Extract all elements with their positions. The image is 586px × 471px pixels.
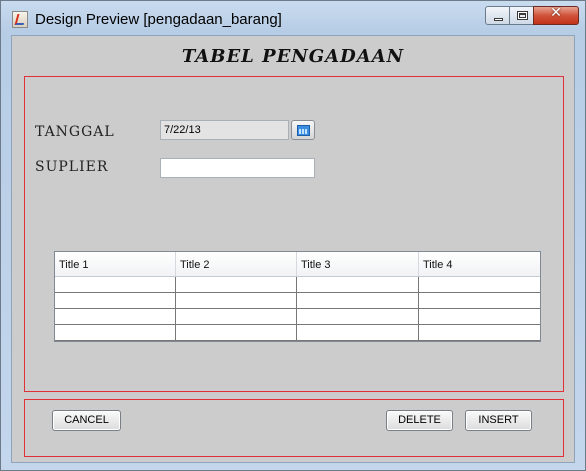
maximize-button[interactable] xyxy=(509,6,534,25)
minimize-button[interactable] xyxy=(485,6,510,25)
table-cell[interactable] xyxy=(419,325,540,340)
table-header: Title 1 Title 2 Title 3 Title 4 xyxy=(55,252,540,277)
table-row[interactable] xyxy=(55,293,540,309)
table-cell[interactable] xyxy=(297,309,419,324)
maximize-icon xyxy=(517,11,528,20)
table-cell[interactable] xyxy=(297,277,419,292)
column-header[interactable]: Title 4 xyxy=(419,252,540,276)
title-bar[interactable]: Design Preview [pengadaan_barang] ✕ xyxy=(1,1,585,35)
table-cell[interactable] xyxy=(297,293,419,308)
client-area: TABEL PENGADAAN TANGGAL 7/22/13 SUPLIER … xyxy=(11,35,575,463)
table-cell[interactable] xyxy=(419,293,540,308)
suplier-label: SUPLIER xyxy=(35,159,109,175)
table-cell[interactable] xyxy=(297,325,419,340)
suplier-input[interactable] xyxy=(160,158,315,178)
table-row[interactable] xyxy=(55,277,540,293)
table-cell[interactable] xyxy=(419,309,540,324)
page-title: TABEL PENGADAAN xyxy=(181,46,405,67)
cancel-button[interactable]: CANCEL xyxy=(52,410,121,431)
column-header[interactable]: Title 1 xyxy=(55,252,176,276)
window-title: Design Preview [pengadaan_barang] xyxy=(35,11,282,28)
table-cell[interactable] xyxy=(55,293,176,308)
table-cell[interactable] xyxy=(55,309,176,324)
table-cell[interactable] xyxy=(55,325,176,340)
table-cell[interactable] xyxy=(176,277,297,292)
pengadaan-table[interactable]: Title 1 Title 2 Title 3 Title 4 xyxy=(54,251,541,342)
insert-button[interactable]: INSERT xyxy=(465,410,532,431)
tanggal-date-field[interactable]: 7/22/13 xyxy=(160,120,289,140)
table-row[interactable] xyxy=(55,309,540,325)
date-picker-button[interactable] xyxy=(291,120,315,140)
java-app-icon[interactable] xyxy=(12,11,28,28)
minimize-icon xyxy=(494,18,503,21)
column-header[interactable]: Title 3 xyxy=(297,252,419,276)
calendar-icon xyxy=(297,125,310,136)
form-background: TABEL PENGADAAN TANGGAL 7/22/13 SUPLIER … xyxy=(12,36,574,462)
delete-button[interactable]: DELETE xyxy=(386,410,453,431)
table-cell[interactable] xyxy=(419,277,540,292)
table-row[interactable] xyxy=(55,325,540,341)
app-window: Design Preview [pengadaan_barang] ✕ TABE… xyxy=(0,0,586,471)
caption-buttons: ✕ xyxy=(485,5,579,25)
tanggal-label: TANGGAL xyxy=(35,124,115,140)
table-cell[interactable] xyxy=(176,325,297,340)
close-icon: ✕ xyxy=(550,5,562,21)
close-button[interactable]: ✕ xyxy=(533,5,579,25)
table-cell[interactable] xyxy=(176,309,297,324)
column-header[interactable]: Title 2 xyxy=(176,252,297,276)
table-cell[interactable] xyxy=(55,277,176,292)
table-cell[interactable] xyxy=(176,293,297,308)
